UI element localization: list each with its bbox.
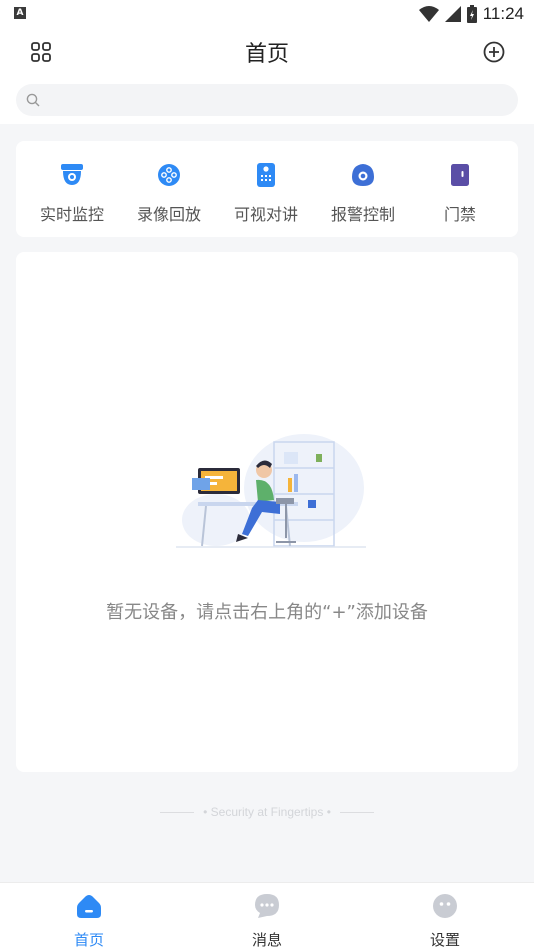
quick-action-label: 报警控制 bbox=[330, 205, 395, 224]
search-bar-container bbox=[0, 76, 534, 124]
slogan-divider bbox=[340, 812, 375, 814]
alarm-icon bbox=[352, 164, 374, 186]
settings-icon bbox=[433, 894, 457, 918]
quick-actions-panel: 实时监控 录像回放 可视对讲 报警控制 门禁 bbox=[16, 141, 518, 237]
slogan-divider bbox=[159, 812, 194, 814]
quick-action-door[interactable]: 门禁 bbox=[410, 141, 510, 237]
tab-label: 首页 bbox=[73, 931, 104, 949]
home-icon bbox=[77, 895, 101, 918]
message-icon bbox=[255, 894, 279, 918]
slogan-dot: • bbox=[326, 805, 331, 819]
tab-label: 消息 bbox=[251, 931, 282, 949]
notification-icon: A bbox=[14, 7, 26, 19]
door-icon bbox=[451, 164, 469, 186]
quick-action-label: 实时监控 bbox=[39, 205, 104, 224]
battery-icon bbox=[466, 5, 477, 23]
header: 首页 bbox=[0, 28, 534, 76]
quick-action-intercom[interactable]: 可视对讲 bbox=[216, 141, 316, 237]
status-bar: A 11:24 bbox=[0, 0, 534, 28]
slogan-text: Security at Fingertips bbox=[210, 805, 324, 819]
tab-label: 设置 bbox=[429, 931, 460, 949]
status-indicators: 11:24 bbox=[418, 3, 524, 25]
bottom-tab-bar: 首页 消息 设置 bbox=[0, 882, 534, 951]
quick-action-live-monitor[interactable]: 实时监控 bbox=[22, 141, 122, 237]
playback-icon bbox=[158, 164, 180, 186]
search-icon bbox=[26, 93, 40, 107]
tab-messages[interactable]: 消息 bbox=[207, 883, 327, 951]
tab-settings[interactable]: 设置 bbox=[385, 883, 505, 951]
wifi-icon bbox=[418, 6, 439, 22]
camera-icon bbox=[61, 164, 83, 185]
empty-state-message: 暂无设备，请点击右上角的“+”添加设备 bbox=[106, 602, 428, 623]
quick-action-label: 门禁 bbox=[443, 205, 476, 224]
slogan-dot: • bbox=[203, 805, 208, 819]
quick-action-label: 录像回放 bbox=[136, 205, 201, 224]
empty-illustration bbox=[176, 434, 366, 548]
device-list-card: 暂无设备，请点击右上角的“+”添加设备 bbox=[16, 252, 518, 772]
intercom-icon bbox=[257, 163, 275, 187]
search-input[interactable] bbox=[48, 88, 502, 114]
tab-home[interactable]: 首页 bbox=[29, 883, 149, 951]
quick-action-playback[interactable]: 录像回放 bbox=[119, 141, 219, 237]
search-bar[interactable] bbox=[16, 84, 518, 116]
signal-icon bbox=[444, 6, 461, 22]
quick-action-label: 可视对讲 bbox=[233, 205, 298, 224]
quick-action-alarm[interactable]: 报警控制 bbox=[313, 141, 413, 237]
page-title: 首页 bbox=[244, 42, 289, 67]
clock: 11:24 bbox=[482, 4, 524, 23]
footer-slogan: • Security at Fingertips • bbox=[0, 805, 534, 819]
add-device-icon[interactable] bbox=[482, 40, 506, 64]
